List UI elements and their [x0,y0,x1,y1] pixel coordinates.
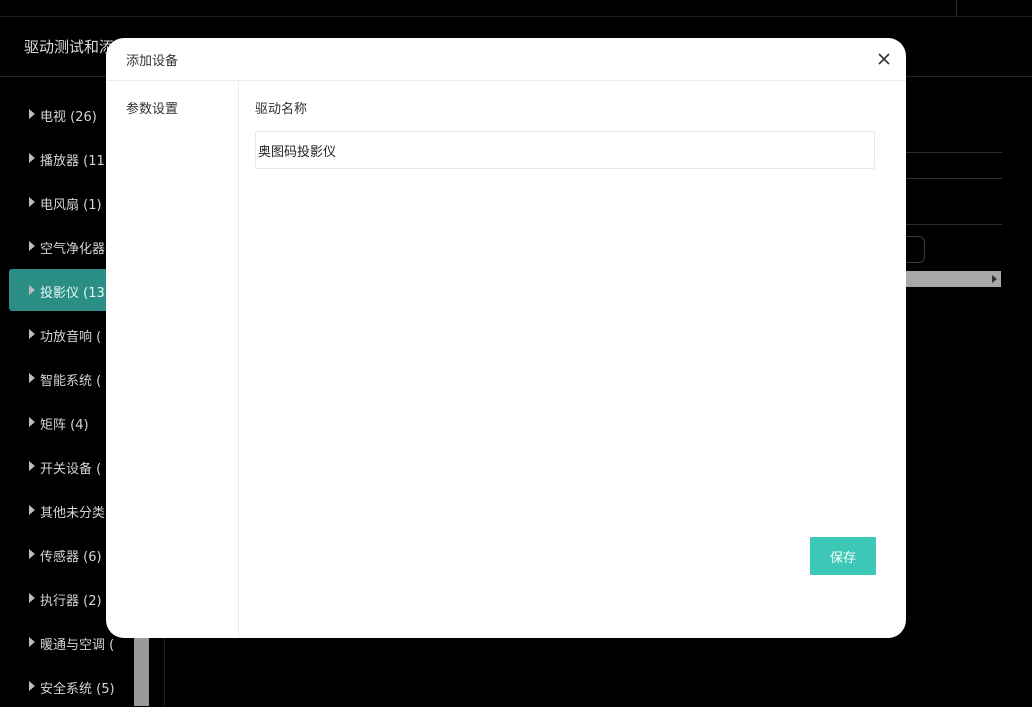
sidebar-item-label: 播放器 (11) [40,154,110,169]
caret-right-icon [29,681,35,691]
driver-name-input[interactable] [255,131,875,169]
sidebar-item-label: 电风扇 (1) [40,198,102,213]
top-bar [0,0,1032,17]
caret-right-icon [29,637,35,647]
background-divider [905,224,1002,225]
sidebar-item-label: 空气净化器 [40,242,106,257]
add-device-dialog: 添加设备 参数设置 驱动名称 保存 [106,38,906,638]
sidebar-item-label: 传感器 (6) [40,550,102,565]
sidebar-item-label: 执行器 (2) [40,594,102,609]
sidebar-item-label: 开关设备 ( [40,462,102,477]
close-icon[interactable] [876,51,892,67]
caret-right-icon [29,329,35,339]
caret-right-icon [29,505,35,515]
scroll-right-icon[interactable] [992,275,997,283]
sidebar-item-label: 电视 (26) [40,110,97,125]
caret-right-icon [29,549,35,559]
driver-name-label: 驱动名称 [255,102,308,117]
sidebar-item-label: 功放音响 ( [40,330,102,345]
dialog-nav: 参数设置 [106,81,239,638]
caret-right-icon [29,593,35,603]
caret-right-icon [29,197,35,207]
dialog-header: 添加设备 [106,38,906,81]
caret-right-icon [29,285,35,295]
background-divider [905,178,1002,179]
sidebar-item[interactable]: 安全系统 (5) [9,665,149,707]
caret-right-icon [29,153,35,163]
caret-right-icon [29,373,35,383]
sidebar-item-label: 矩阵 (4) [40,418,89,433]
caret-right-icon [29,241,35,251]
nav-item-parameter-settings[interactable]: 参数设置 [126,98,178,117]
sidebar-item-label: 投影仪 (13) [40,286,110,301]
horizontal-scrollbar[interactable] [905,271,1001,287]
close-button[interactable] [876,51,892,67]
sidebar-item-label: 其他未分类 [40,506,106,521]
save-button[interactable]: 保存 [810,537,876,575]
top-bar-divider [956,0,957,16]
caret-right-icon [29,109,35,119]
dialog-title: 添加设备 [126,54,179,69]
sidebar-scrollbar[interactable] [134,636,149,706]
sidebar-item-label: 安全系统 (5) [40,682,115,697]
background-divider [905,152,1002,153]
sidebar-item-label: 智能系统 ( [40,374,102,389]
caret-right-icon [29,461,35,471]
caret-right-icon [29,417,35,427]
sidebar-item-label: 暖通与空调 ( [40,638,115,653]
